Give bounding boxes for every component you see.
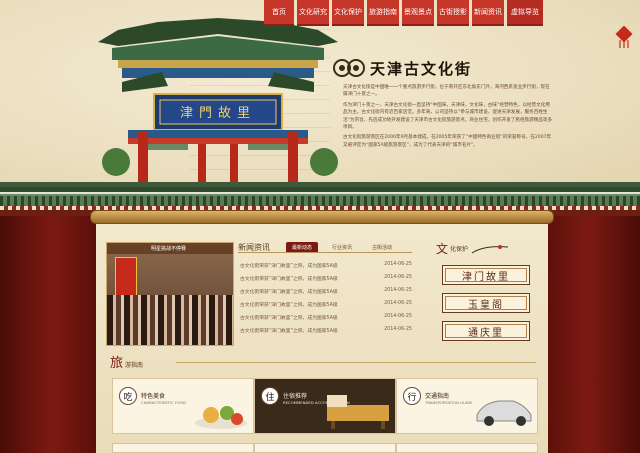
card-subtitle: CHARACTERISTIC FOOD xyxy=(141,400,187,405)
guide-card-row2 xyxy=(254,443,396,453)
card-title: 交通指南 xyxy=(425,393,450,400)
heading-initial: 旅 xyxy=(110,356,124,371)
heading-initial: 文 xyxy=(436,242,449,256)
guide-card-food[interactable]: 吃 特色美食 CHARACTERISTIC FOOD xyxy=(112,378,254,434)
divider xyxy=(176,362,536,363)
car-icon xyxy=(476,400,532,426)
scroll-rod xyxy=(90,210,554,224)
chinese-knot-icon xyxy=(615,26,633,48)
news-item-title: 古文化街荣获“津门故里”之称，成为国家5A级 xyxy=(240,277,338,282)
news-item-date: 2014-06-25 xyxy=(384,301,412,306)
news-item-date: 2014-06-25 xyxy=(384,314,412,319)
news-item-title: 古文化街荣获“津门故里”之称，成为国家5A级 xyxy=(240,290,338,295)
guide-card-lodging[interactable]: 住 住宿推荐 RECOMMENDED ACCOMMODATION xyxy=(254,378,396,434)
culture-link-tongqing[interactable]: 通庆里 xyxy=(442,321,530,341)
card-glyph: 吃 xyxy=(119,387,137,405)
card-title: 住宿推荐 xyxy=(283,393,308,400)
nav-news[interactable]: 新闻资讯 xyxy=(472,0,504,26)
news-item-title: 古文化街荣获“津门故里”之称，成为国家5A级 xyxy=(240,329,338,334)
nav-virtual-tour[interactable]: 虚拟导览 xyxy=(507,0,543,26)
intro-paragraph: 作为津门十景之一，天津古文化街一直坚持“中国味，天津味，文化味，古味”经营特色，… xyxy=(343,102,553,131)
news-list: 古文化街荣获“津门故里”之称，成为国家5A级 2014-06-25 古文化街荣获“… xyxy=(240,262,412,340)
guide-card-row2 xyxy=(396,443,538,453)
news-item-date: 2014-06-25 xyxy=(384,275,412,280)
intro-paragraph: 天津古文化街是中国唯一一个重点旅游步行街，位于南开区东北角东门外，海河西系宽业步… xyxy=(343,85,550,98)
roof-tiles xyxy=(0,196,640,206)
card-subtitle: TRANSPORTATION GUIDE xyxy=(425,400,473,405)
seal-emblem-icon xyxy=(333,59,365,77)
card-glyph: 行 xyxy=(403,387,421,405)
plum-blossom-icon xyxy=(471,244,509,253)
main-nav: 首页 文化研究 文化保护 旅游指南 景观景点 古街授影 新闻资讯 虚拟导览 xyxy=(264,0,543,26)
bed-icon xyxy=(327,395,389,429)
card-title: 特色美食 xyxy=(141,393,166,400)
news-photo-caption: 明星挑战不停赛 xyxy=(107,243,233,254)
news-item-title: 古文化街荣获“津门故里”之称，成为国家5A级 xyxy=(240,303,338,308)
nav-scenic-spots[interactable]: 景观景点 xyxy=(402,0,434,26)
gate-plaque-text: 津門故里 xyxy=(180,106,256,121)
heading-rest: 化保护 xyxy=(450,246,469,253)
intro-text: 天津古文化街是中国唯一一个重点旅游步行街，位于南开区东北角东门外，海河西系宽业步… xyxy=(343,84,553,152)
news-item-date: 2014-06-25 xyxy=(384,288,412,293)
nav-culture-research[interactable]: 文化研究 xyxy=(297,0,329,26)
nav-travel-guide[interactable]: 旅游指南 xyxy=(367,0,399,26)
site-title: 天津古文化街 xyxy=(370,59,473,78)
news-item-date: 2014-06-25 xyxy=(384,327,412,332)
travel-guide-heading: 旅 游指南 xyxy=(110,352,143,371)
site-brand: 天津古文化街 xyxy=(332,56,472,80)
food-icon xyxy=(195,406,247,429)
divider xyxy=(238,252,412,253)
news-item[interactable]: 古文化街荣获“津门故里”之称，成为国家5A级 2014-06-25 xyxy=(240,288,412,301)
heading-rest: 游指南 xyxy=(125,362,144,369)
nav-culture-protection[interactable]: 文化保护 xyxy=(332,0,364,26)
news-item[interactable]: 古文化街荣获“津门故里”之称，成为国家5A级 2014-06-25 xyxy=(240,275,412,288)
news-item[interactable]: 古文化街荣获“津门故里”之称，成为国家5A级 2014-06-25 xyxy=(240,327,412,340)
card-glyph: 住 xyxy=(261,387,279,405)
news-item[interactable]: 古文化街荣获“津门故里”之称，成为国家5A级 2014-06-25 xyxy=(240,262,412,275)
nav-street-photos[interactable]: 古街授影 xyxy=(437,0,469,26)
intro-paragraph: 古文化街旅游景区在2006年9月基本建成，在2005年荣获了“中国特色商业街”的… xyxy=(343,135,552,148)
crowd-image xyxy=(107,295,233,345)
news-item[interactable]: 古文化街荣获“津门故里”之称，成为国家5A级 2014-06-25 xyxy=(240,301,412,314)
news-item[interactable]: 古文化街荣获“津门故里”之称，成为国家5A级 2014-06-25 xyxy=(240,314,412,327)
guide-card-row2 xyxy=(112,443,254,453)
culture-protection-sidebar: 文 化保护 津门故里 玉皇阁 通庆里 xyxy=(430,240,540,341)
news-item-title: 古文化街荣获“津门故里”之称，成为国家5A级 xyxy=(240,316,338,321)
culture-link-yuhuang[interactable]: 玉皇阁 xyxy=(442,293,530,313)
archway-illustration: 津門故里 xyxy=(98,18,338,184)
news-photo[interactable]: 明星挑战不停赛 xyxy=(106,242,234,346)
news-item-date: 2014-06-25 xyxy=(384,262,412,267)
news-item-title: 古文化街荣获“津门故里”之称，成为国家5A级 xyxy=(240,264,338,269)
culture-protection-heading: 文 化保护 xyxy=(436,240,540,257)
guide-card-transport[interactable]: 行 交通指南 TRANSPORTATION GUIDE xyxy=(396,378,538,434)
culture-link-jinmen[interactable]: 津门故里 xyxy=(442,265,530,285)
nav-home[interactable]: 首页 xyxy=(264,0,294,26)
